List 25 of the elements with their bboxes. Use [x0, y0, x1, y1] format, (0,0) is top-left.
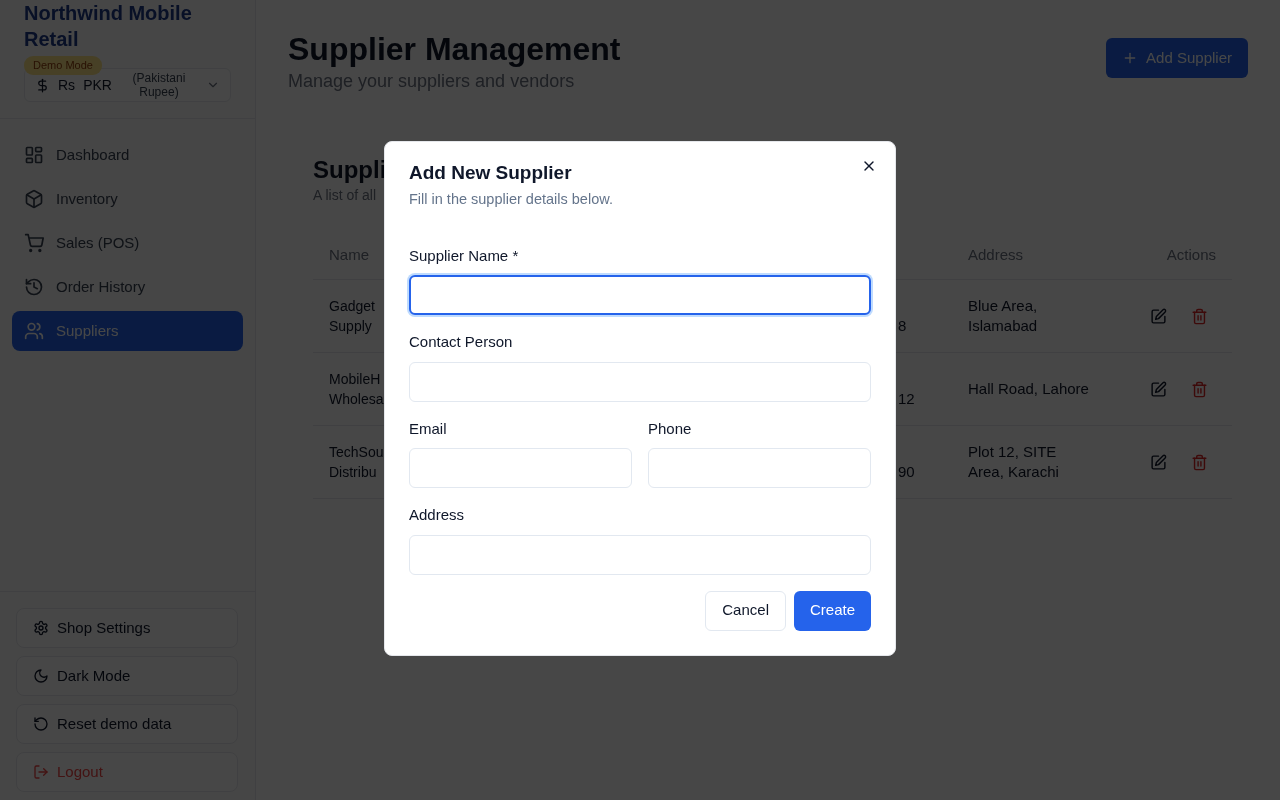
dialog-subtitle: Fill in the supplier details below. [409, 189, 614, 209]
brand-title: Northwind Mobile Retail [24, 1, 193, 52]
table-cell: Hall Road, Lahore [968, 379, 1089, 399]
field-label: Supplier Name * [409, 245, 520, 266]
currency-name: (Pakistani Rupee) [131, 71, 187, 99]
field-label: Contact Person [409, 332, 514, 353]
dialog-title: Add New Supplier [409, 162, 573, 185]
table-cell-text: MobileH Wholesa [329, 370, 384, 409]
table-cell-text: Gadget Supply [329, 297, 375, 336]
table-cell: 12 [898, 389, 915, 409]
table-cell: 8 [898, 316, 907, 336]
create-button[interactable]: Create [793, 590, 871, 631]
table-cell: 90 [898, 462, 915, 482]
table-cell-text: Blue Area, Islamabad [968, 296, 1039, 336]
currency-code: PKR [83, 75, 112, 95]
field-label: Email [409, 418, 448, 439]
table-cell-text: Plot 12, SITE Area, Karachi [968, 442, 1060, 482]
currency-symbol: Rs [58, 75, 76, 95]
field-label: Phone [648, 418, 693, 439]
card-title: Suppli [313, 155, 387, 185]
table-cell-text: TechSou Distribu [329, 443, 384, 482]
cancel-button[interactable]: Cancel [705, 590, 786, 631]
field-label: Address [409, 505, 466, 526]
input-field[interactable] [409, 275, 871, 316]
page-title: Supplier Management [288, 30, 621, 68]
